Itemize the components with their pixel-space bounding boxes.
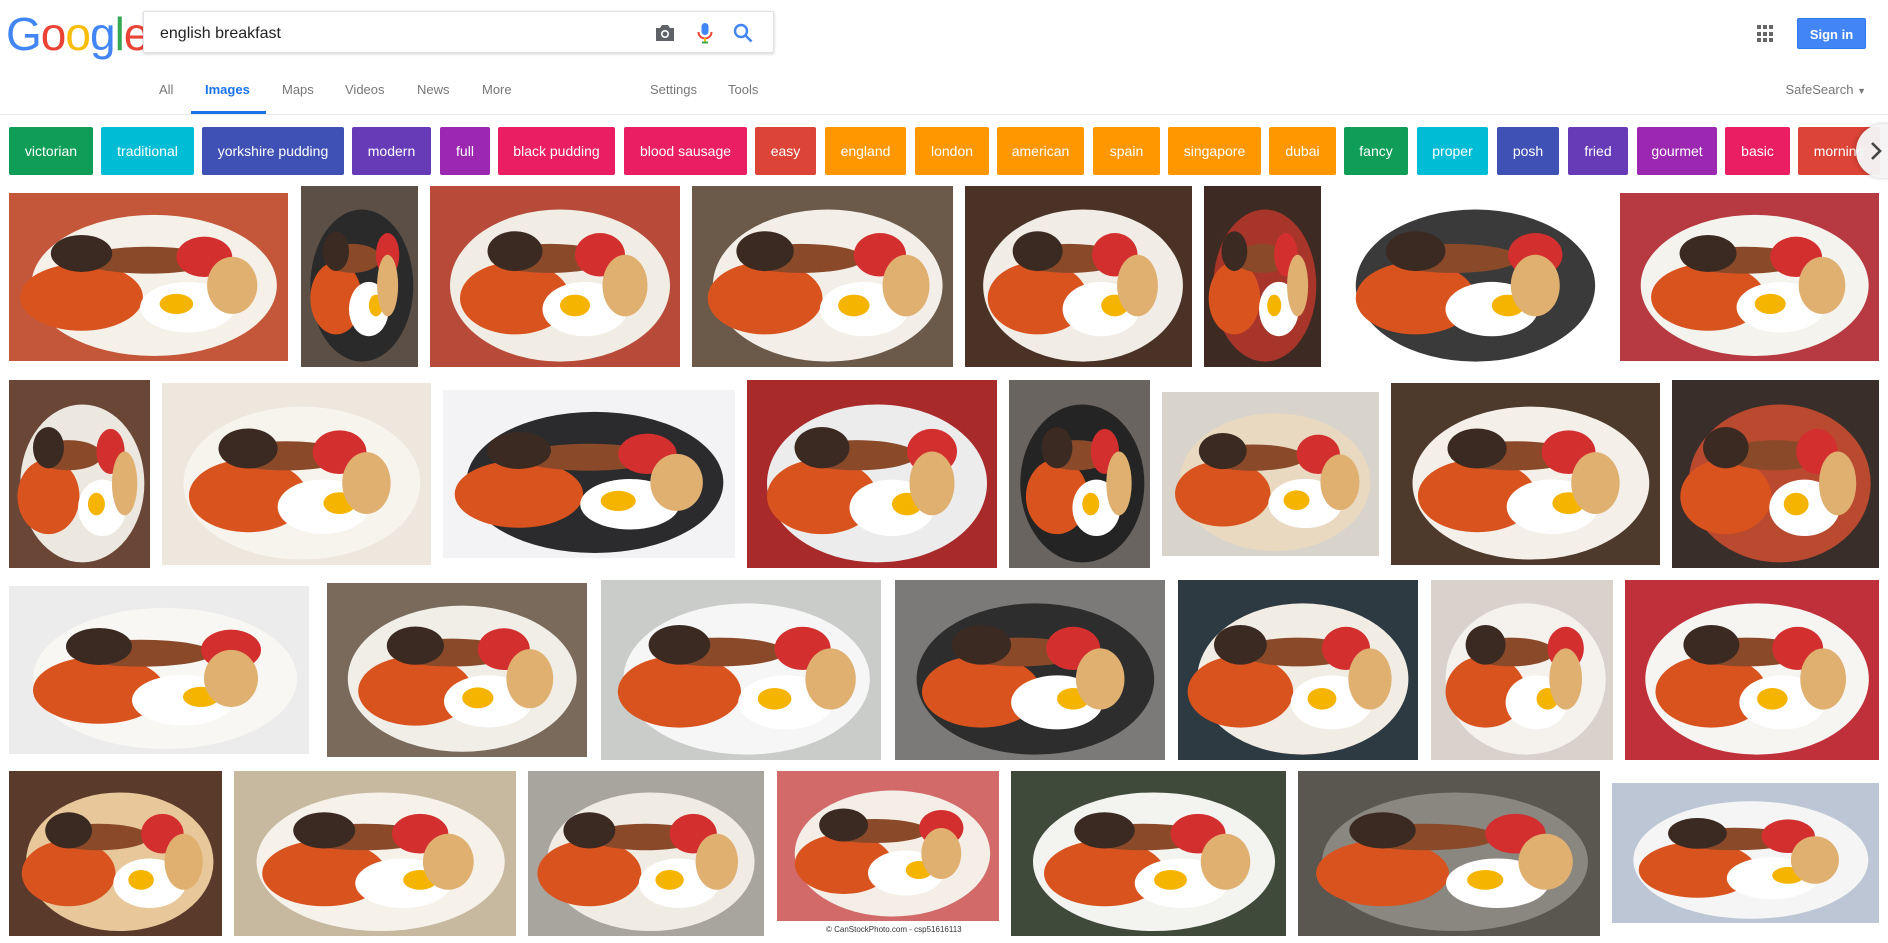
sign-in-button[interactable]: Sign in <box>1797 18 1866 49</box>
related-search-chips: victorian traditional yorkshire pudding … <box>0 127 1888 175</box>
chip-fried[interactable]: fried <box>1568 127 1628 175</box>
image-result[interactable] <box>430 186 680 367</box>
image-result[interactable] <box>895 580 1165 760</box>
chip-posh[interactable]: posh <box>1497 127 1559 175</box>
caret-down-icon: ▼ <box>1857 86 1866 96</box>
chip-american[interactable]: american <box>997 127 1084 175</box>
chip-full[interactable]: full <box>440 127 490 175</box>
image-result[interactable] <box>162 383 431 565</box>
microphone-icon[interactable] <box>693 21 717 45</box>
search-icon[interactable] <box>731 21 755 45</box>
chip-london[interactable]: london <box>915 127 989 175</box>
chip-blood-sausage[interactable]: blood sausage <box>624 127 747 175</box>
apps-grid-icon[interactable] <box>1757 25 1775 43</box>
logo-letter: o <box>65 8 91 60</box>
google-logo[interactable]: Google <box>6 8 149 60</box>
image-result[interactable] <box>9 771 222 936</box>
search-box <box>143 11 774 53</box>
image-result[interactable] <box>1009 380 1150 568</box>
chip-black-pudding[interactable]: black pudding <box>498 127 615 175</box>
image-result[interactable] <box>1672 380 1879 568</box>
image-result[interactable] <box>327 583 587 757</box>
tab-videos[interactable]: Videos <box>345 82 385 97</box>
tab-news[interactable]: News <box>417 82 450 97</box>
image-credit: © CanStockPhoto.com - csp51616113 <box>826 925 962 934</box>
image-result[interactable] <box>1625 580 1879 760</box>
image-result[interactable] <box>443 390 735 558</box>
camera-icon[interactable] <box>653 21 677 45</box>
chip-fancy[interactable]: fancy <box>1344 127 1408 175</box>
chip-gourmet[interactable]: gourmet <box>1637 127 1717 175</box>
tab-tools[interactable]: Tools <box>728 82 758 97</box>
chip-dubai[interactable]: dubai <box>1269 127 1336 175</box>
image-result[interactable] <box>9 586 309 754</box>
chip-singapore[interactable]: singapore <box>1168 127 1261 175</box>
image-result[interactable] <box>1612 783 1879 923</box>
image-result[interactable] <box>528 771 764 936</box>
tab-maps[interactable]: Maps <box>282 82 314 97</box>
active-tab-indicator <box>191 111 266 114</box>
image-result[interactable] <box>692 186 953 367</box>
chip-easy[interactable]: easy <box>755 127 816 175</box>
logo-letter: G <box>6 8 42 60</box>
tab-all[interactable]: All <box>159 82 173 97</box>
image-result[interactable] <box>1298 771 1600 936</box>
image-result[interactable] <box>965 186 1192 367</box>
image-result[interactable] <box>9 380 150 568</box>
chip-basic[interactable]: basic <box>1725 127 1790 175</box>
chip-england[interactable]: england <box>825 127 906 175</box>
tab-images[interactable]: Images <box>205 82 250 97</box>
image-result[interactable] <box>1011 771 1286 936</box>
image-result[interactable] <box>1620 193 1879 361</box>
search-nav: All Images Maps Videos News More Setting… <box>0 70 1888 115</box>
image-result[interactable] <box>1334 186 1606 367</box>
chip-modern[interactable]: modern <box>352 127 431 175</box>
chip-yorkshire-pudding[interactable]: yorkshire pudding <box>202 127 344 175</box>
image-result[interactable] <box>1391 383 1660 565</box>
chip-victorian[interactable]: victorian <box>9 127 93 175</box>
logo-letter: o <box>40 8 67 60</box>
image-result[interactable] <box>1431 580 1613 760</box>
image-result[interactable] <box>601 580 881 760</box>
logo-letter: l <box>114 8 125 60</box>
safesearch-menu[interactable]: SafeSearch ▼ <box>1786 82 1866 97</box>
chip-proper[interactable]: proper <box>1417 127 1488 175</box>
logo-letter: g <box>89 8 116 60</box>
tab-more[interactable]: More <box>482 82 512 97</box>
image-result[interactable] <box>1162 392 1379 556</box>
image-result[interactable] <box>777 771 999 921</box>
image-result[interactable] <box>1178 580 1418 760</box>
image-result[interactable] <box>9 193 288 361</box>
image-result[interactable] <box>234 771 516 936</box>
image-result[interactable] <box>747 380 997 568</box>
search-input[interactable] <box>158 21 642 47</box>
image-result[interactable] <box>301 186 418 367</box>
chip-spain[interactable]: spain <box>1093 127 1160 175</box>
safesearch-label: SafeSearch <box>1785 82 1854 97</box>
image-result[interactable] <box>1204 186 1321 367</box>
chip-traditional[interactable]: traditional <box>101 127 194 175</box>
tab-settings[interactable]: Settings <box>650 82 697 97</box>
